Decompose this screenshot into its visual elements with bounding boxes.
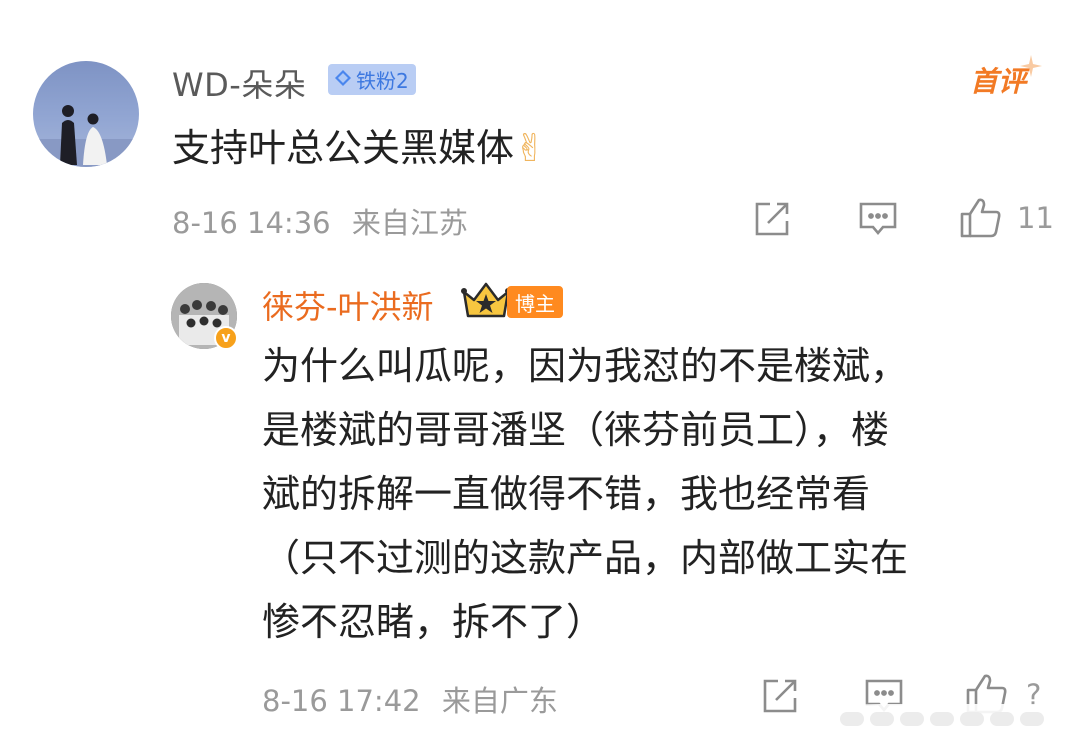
comment-icon (859, 202, 897, 236)
reply-meta: 8-16 17:42 来自广东 (262, 678, 558, 720)
blogger-badge: 博主 (507, 286, 563, 318)
watermark-mark (960, 712, 984, 726)
share-button[interactable] (752, 199, 792, 239)
watermark-mark (840, 712, 864, 726)
comment-meta: 8-16 14:36 来自江苏 (172, 200, 468, 242)
reply-line: 是楼斌的哥哥潘坚（徕芬前员工），楼 (262, 408, 890, 452)
watermark-mark (870, 712, 894, 726)
crown-icon (460, 280, 512, 322)
share-icon (763, 679, 797, 713)
comment-text: 支持叶总公关黑媒体 (172, 126, 515, 170)
comment-location: 来自江苏 (351, 206, 468, 240)
diamond-icon (334, 68, 352, 92)
like-button[interactable] (958, 196, 1004, 240)
victory-emoji: ✌ (514, 126, 546, 170)
reply-line: （只不过测的这款产品，内部做工实在 (262, 536, 909, 580)
watermark-mark (900, 712, 924, 726)
verified-badge-icon: v (214, 326, 238, 350)
user-avatar[interactable] (33, 61, 139, 167)
watermark-mark (1020, 712, 1044, 726)
sparkle-icon (1020, 55, 1042, 81)
fan-level-label: 铁粉2 (356, 69, 409, 93)
reply-line: 惨不忍睹，拆不了） (262, 600, 605, 644)
watermark-overlay (832, 704, 1072, 734)
reply-line: 斌的拆解一直做得不错，我也经常看 (262, 472, 871, 516)
watermark-mark (930, 712, 954, 726)
first-comment-tag: 首评 (970, 65, 1027, 98)
reply-username[interactable]: 徕芬-叶洪新 (262, 282, 434, 328)
comment-username[interactable]: WD-朵朵 (172, 60, 306, 106)
reply-location: 来自广东 (441, 684, 558, 718)
comment-timestamp: 8-16 14:36 (172, 206, 331, 240)
thumbs-up-icon (960, 198, 1001, 238)
share-button[interactable] (760, 676, 800, 716)
comment-content: 支持叶总公关黑媒体✌ (172, 117, 546, 172)
reply-button[interactable] (858, 199, 898, 239)
reply-content: 为什么叫瓜呢，因为我怼的不是楼斌， 是楼斌的哥哥潘坚（徕芬前员工），楼 斌的拆解… (262, 334, 1022, 654)
watermark-mark (990, 712, 1014, 726)
like-count: 11 (1017, 201, 1054, 235)
reply-timestamp: 8-16 17:42 (262, 684, 421, 718)
reply-line: 为什么叫瓜呢，因为我怼的不是楼斌， (262, 344, 909, 388)
fan-level-badge[interactable]: 铁粉2 (328, 64, 416, 95)
share-icon (755, 202, 789, 236)
